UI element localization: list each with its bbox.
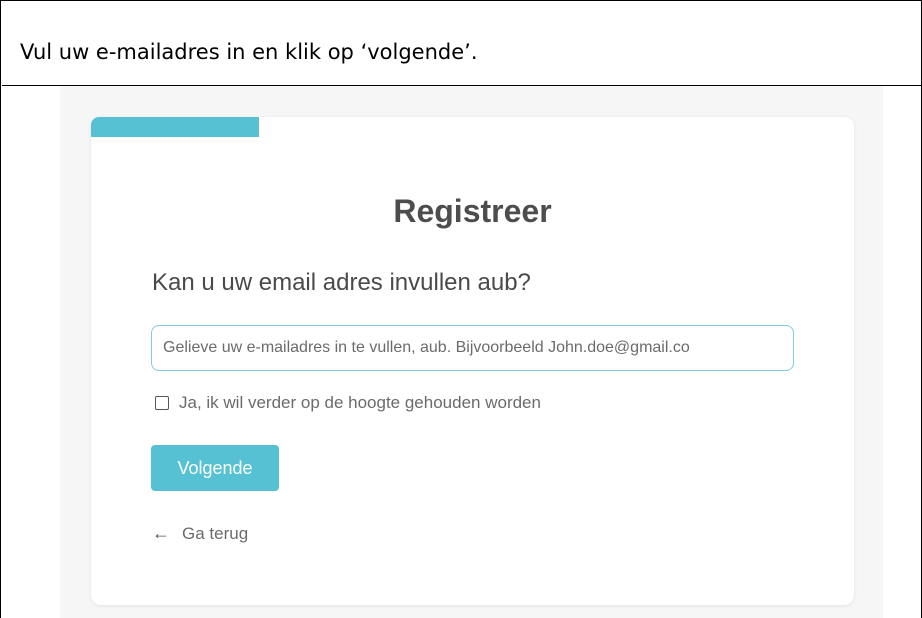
back-link[interactable]: ← Ga terug (152, 523, 248, 544)
email-input[interactable] (151, 325, 794, 371)
registration-card: Registreer Kan u uw email adres invullen… (91, 117, 854, 605)
newsletter-option[interactable]: Ja, ik wil verder op de hoogte gehouden … (155, 393, 541, 413)
instruction-text: Vul uw e-mailadres in en klik op ‘volgen… (20, 40, 478, 64)
email-question: Kan u uw email adres invullen aub? (152, 269, 531, 296)
arrow-left-icon: ← (152, 523, 170, 543)
instruction-row: Vul uw e-mailadres in en klik op ‘volgen… (2, 2, 922, 86)
back-link-label[interactable]: Ga terug (182, 524, 248, 544)
registration-screenshot: Registreer Kan u uw email adres invullen… (60, 86, 883, 618)
newsletter-checkbox[interactable] (155, 396, 169, 410)
newsletter-label[interactable]: Ja, ik wil verder op de hoogte gehouden … (179, 393, 541, 413)
progress-bar-fill (91, 117, 259, 137)
page-title: Registreer (393, 193, 552, 229)
progress-bar (91, 117, 854, 137)
next-button[interactable]: Volgende (151, 445, 279, 491)
